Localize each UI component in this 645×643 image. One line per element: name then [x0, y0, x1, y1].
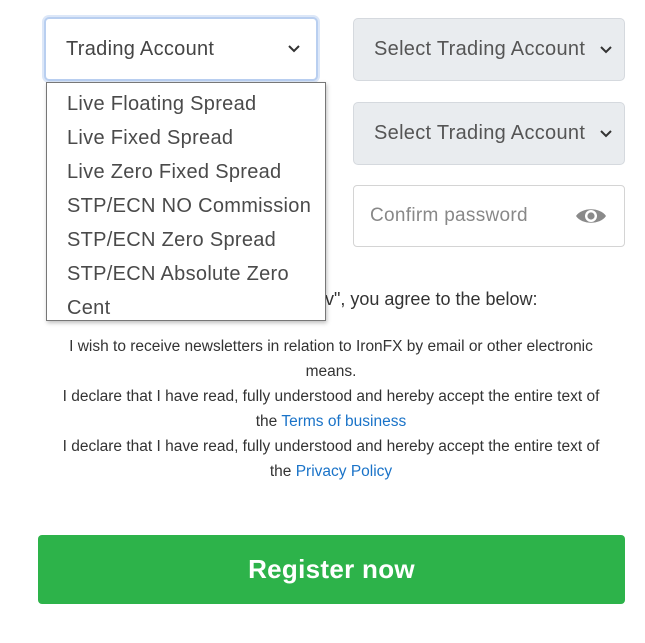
agreement-intro: v", you agree to the below:: [325, 289, 538, 309]
dropdown-option-live-zero-fixed-spread[interactable]: Live Zero Fixed Spread: [47, 155, 325, 189]
dropdown-option-stp-ecn-absolute-zero[interactable]: STP/ECN Absolute Zero: [47, 257, 325, 291]
account-type-dropdown: Live Floating Spread Live Fixed Spread L…: [46, 82, 326, 321]
trading-account-select[interactable]: Select Trading Account: [353, 18, 625, 81]
register-now-button[interactable]: Register now: [38, 535, 625, 604]
chevron-down-icon: [598, 42, 614, 58]
trading-account-select-secondary[interactable]: Select Trading Account: [353, 102, 625, 165]
account-type-select-value: Trading Account: [66, 37, 215, 60]
confirm-password-placeholder: Confirm password: [370, 205, 528, 226]
privacy-consent: I declare that I have read, fully unders…: [50, 434, 612, 484]
trading-account-select-value: Select Trading Account: [374, 122, 586, 144]
dropdown-option-stp-ecn-no-commission[interactable]: STP/ECN NO Commission: [47, 189, 325, 223]
terms-consent: I declare that I have read, fully unders…: [50, 384, 612, 434]
account-type-select[interactable]: Trading Account: [44, 17, 318, 81]
trading-account-select-value: Select Trading Account: [374, 38, 586, 60]
consent-text: I wish to receive newsletters in relatio…: [50, 334, 612, 484]
dropdown-option-cent[interactable]: Cent: [47, 291, 325, 325]
terms-of-business-link[interactable]: Terms of business: [281, 413, 406, 430]
dropdown-option-live-floating-spread[interactable]: Live Floating Spread: [47, 87, 325, 121]
dropdown-option-live-fixed-spread[interactable]: Live Fixed Spread: [47, 121, 325, 155]
privacy-policy-link[interactable]: Privacy Policy: [296, 463, 392, 480]
chevron-down-icon: [286, 41, 302, 57]
newsletter-consent: I wish to receive newsletters in relatio…: [69, 338, 593, 380]
chevron-down-icon: [598, 126, 614, 142]
dropdown-option-stp-ecn-zero-spread[interactable]: STP/ECN Zero Spread: [47, 223, 325, 257]
eye-icon[interactable]: [574, 205, 608, 227]
confirm-password-field[interactable]: Confirm password: [353, 185, 625, 247]
